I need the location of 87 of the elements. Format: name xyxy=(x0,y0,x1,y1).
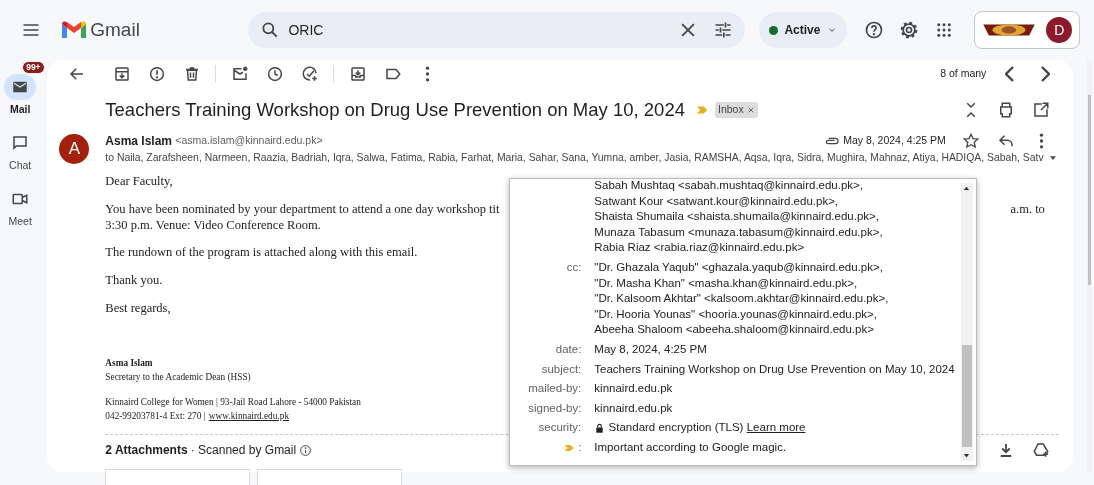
detail-value: Standard encryption (TLS) xyxy=(608,420,744,436)
detail-value: "Dr. Ghazala Yaqub" <ghazala.yaqub@kinnaird.edu.pk>, xyxy=(594,259,884,275)
label-chip[interactable]: Inbox xyxy=(715,102,758,118)
back-icon xyxy=(67,65,86,83)
body-paragraph: Thank you. xyxy=(105,272,163,290)
archive-icon xyxy=(112,65,131,83)
attachment-thumbnail[interactable] xyxy=(105,468,251,485)
search-field[interactable]: ORIC xyxy=(247,12,745,48)
detail-value: "Dr. Kalsoom Akhtar" <kalsoom.akhtar@kinnaird.edu.pk>, xyxy=(594,291,889,307)
sender-email: <asma.islam@kinnaird.edu.pk> xyxy=(175,133,323,149)
account-switcher[interactable]: D xyxy=(973,11,1080,49)
detail-value: Satwant Kour <satwant.kour@kinnaird.edu.pk>, xyxy=(594,193,840,209)
detail-label: security: xyxy=(538,421,582,434)
page-scrollbar[interactable] xyxy=(1086,60,1093,472)
detail-value: Important according to Google magic. xyxy=(594,439,787,455)
info-icon[interactable] xyxy=(299,443,313,457)
settings-icon xyxy=(899,20,920,40)
mail-logo-icon xyxy=(61,20,87,40)
sender-name: Asma Islam xyxy=(105,133,173,150)
detail-value: kinnaird.edu.pk xyxy=(594,400,673,416)
signature-address: Kinnaird College for Women | 93-Jail Road Lahore - 54000 Pakistan xyxy=(105,396,361,410)
popup-scrollbar[interactable] xyxy=(961,183,974,461)
scroll-down-icon[interactable] xyxy=(962,451,972,460)
scrollbar-thumb[interactable] xyxy=(1087,95,1092,285)
detail-value: Abeeha Shaloom <abeeha.shaloom@kinnaird.edu.pk> xyxy=(594,322,875,338)
search-icon[interactable] xyxy=(259,20,280,40)
body-text: a.m. to xyxy=(1010,200,1045,218)
detail-label: signed-by: xyxy=(528,401,582,414)
report-spam-icon xyxy=(147,65,166,83)
add-task-icon xyxy=(300,65,319,83)
remove-label-icon[interactable] xyxy=(746,106,755,114)
pagination-count: 8 of many xyxy=(940,66,987,82)
status-dot xyxy=(768,25,778,35)
email-subject: Teachers Training Workshop on Drug Use Prevention on May 10, 2024 xyxy=(105,98,685,123)
open-in-new-window-icon xyxy=(1032,101,1051,119)
learn-more-link[interactable]: Learn more xyxy=(746,420,806,436)
scrollbar-thumb[interactable] xyxy=(962,345,973,447)
snooze-icon xyxy=(265,65,284,83)
attachments-heading: 2 Attachments xyxy=(105,442,188,460)
body-paragraph: Dear Faculty, xyxy=(105,173,173,191)
body-paragraph: The rundown of the program is attached along with this email. xyxy=(105,244,418,262)
detail-value: Munaza Tabasum <munaza.tabasum@kinnaird.edu.pk>, xyxy=(594,224,883,240)
signature-title: Secretary to the Academic Dean (HSS) xyxy=(105,370,251,384)
newer-icon xyxy=(1005,66,1016,82)
account-avatar[interactable]: D xyxy=(1046,17,1073,43)
search-input[interactable]: ORIC xyxy=(286,18,672,42)
signature-phone: 042-99203781-4 Ext: 270 | xyxy=(105,411,206,422)
unread-count-badge: 99+ xyxy=(22,61,45,75)
nav-item[interactable]: Meet xyxy=(4,185,37,230)
detail-value: Shaista Shumaila <shaista.shumaila@kinnaird.edu.pk>, xyxy=(594,209,880,225)
scroll-up-icon[interactable] xyxy=(962,184,972,193)
attachment-thumbnail[interactable] xyxy=(256,468,402,485)
help-icon xyxy=(864,20,885,40)
move-to-icon xyxy=(348,65,367,83)
detail-value: "Dr. Masha Khan" <masha.khan@kinnaird.edu.pk>, xyxy=(594,275,859,291)
detail-value: Sabah Mushtaq <sabah.mushtaq@kinnaird.edu.pk>, xyxy=(594,179,864,193)
detail-value: "Dr. Hooria Younas" <hooria.younas@kinnaird.edu.pk>, xyxy=(594,306,878,322)
star-icon xyxy=(962,132,981,150)
detail-label: cc: xyxy=(566,260,582,273)
recipients-line: to Naila, Zarafsheen, Narmeen, Raazia, Badriah, Iqra, Salwa, Fatima, Rabia, Farhat, Maria, Sahar, Sana, Yumna, amber, Jasia, RAMSHA, Aqsa, Iqra, Sidra, Mughira, Mahnaz, Atiya, HADIQA, Sabah, Satv xyxy=(105,151,1044,165)
mark-unread-icon xyxy=(230,65,249,83)
detail-value: Teachers Training Workshop on Drug Use Prevention on May 10, 2024 xyxy=(594,361,955,377)
scan-status: Scanned by Gmail xyxy=(198,442,297,460)
body-paragraph: Best regards, xyxy=(105,299,171,317)
separator-dot: · xyxy=(190,442,195,460)
app-name: Gmail xyxy=(90,17,140,42)
signature-name: Asma Islam xyxy=(105,356,153,370)
detail-value: May 8, 2024, 4:25 PM xyxy=(594,341,707,357)
detail-label: mailed-by: xyxy=(528,382,582,395)
chat-icon xyxy=(11,133,30,152)
detail-label: date: xyxy=(555,342,582,355)
older-icon xyxy=(1040,66,1051,82)
detail-value: kinnaird.edu.pk xyxy=(594,381,673,397)
detail-label: subject: xyxy=(541,362,582,375)
status-button[interactable]: Active xyxy=(758,12,847,48)
detail-label: : xyxy=(578,439,582,455)
body-text: 3:30 p.m. Venue: Video Conference Room. xyxy=(105,216,321,234)
body-text: You have been nominated by your department to attend a one day workshop tit xyxy=(105,200,500,218)
detail-value: Rabia Riaz <rabia.riaz@kinnaird.edu.pk> xyxy=(594,240,806,256)
message-date: May 8, 2024, 4:25 PM xyxy=(843,133,946,149)
website-link[interactable]: www.kinnaird.edu.pk xyxy=(208,411,290,422)
apps-icon xyxy=(935,21,954,39)
nav-item[interactable]: Chat xyxy=(4,129,37,174)
more-icon xyxy=(425,66,431,82)
lock-icon xyxy=(594,422,606,434)
sender-avatar: A xyxy=(59,134,90,164)
message-more-icon xyxy=(1038,133,1044,149)
